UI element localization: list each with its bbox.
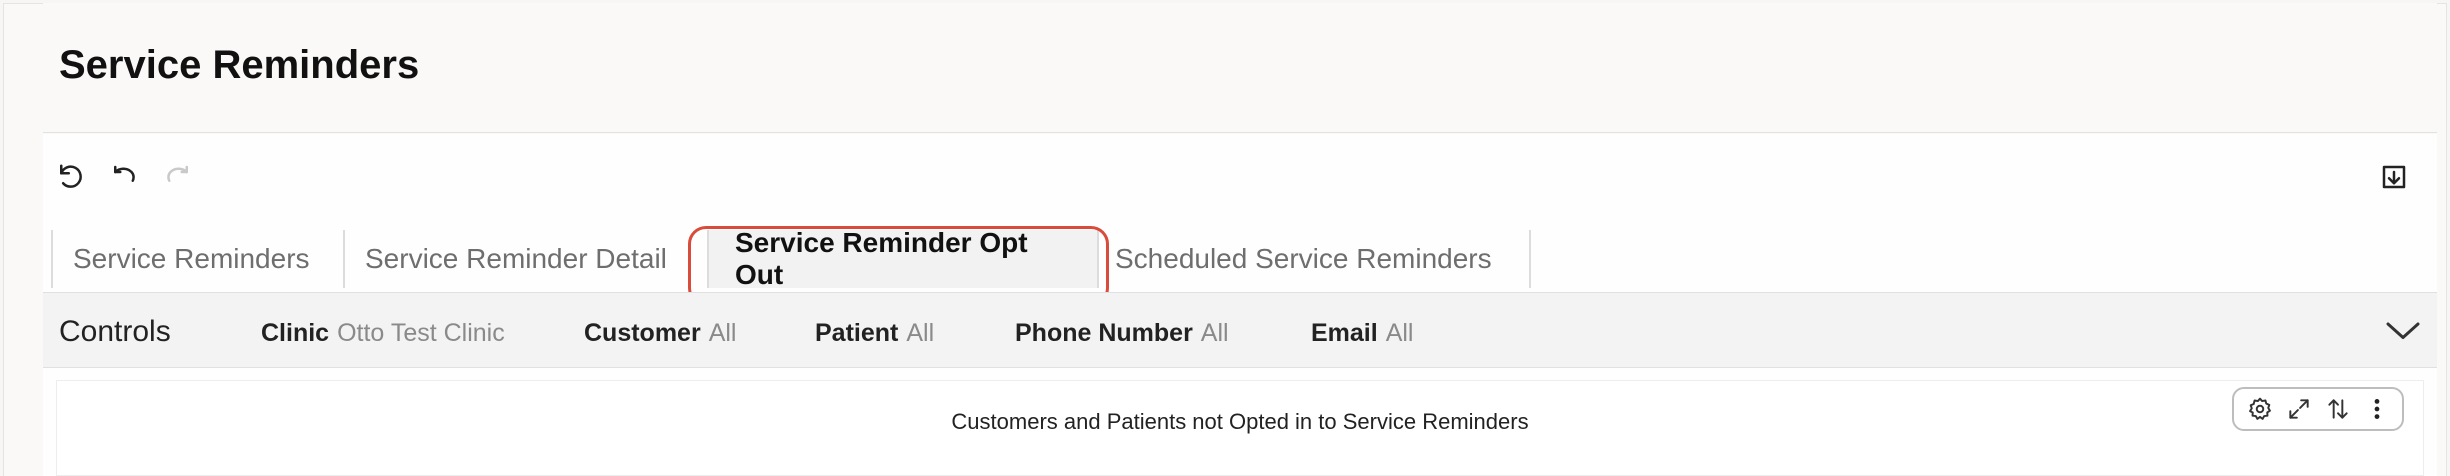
page-title: Service Reminders xyxy=(59,43,420,87)
filter-clinic[interactable]: Clinic Otto Test Clinic xyxy=(261,319,505,348)
undo-icon xyxy=(114,165,135,182)
filter-patient[interactable]: Patient All xyxy=(815,319,934,348)
undo-button[interactable] xyxy=(103,156,145,198)
tab-bar: Service Reminders Service Reminder Detai… xyxy=(43,226,2437,292)
filter-phone-number[interactable]: Phone Number All xyxy=(1015,319,1229,348)
redo-icon xyxy=(167,165,188,182)
tab-label: Scheduled Service Reminders xyxy=(1115,243,1492,274)
sort-icon xyxy=(2327,399,2348,419)
filter-value: All xyxy=(906,319,935,347)
reset-icon xyxy=(60,164,82,188)
filter-label: Customer xyxy=(584,319,701,347)
dashboard: Service Reminders Service Reminder Detai… xyxy=(43,134,2437,476)
filter-value: All xyxy=(708,319,737,347)
more-options-button[interactable] xyxy=(2360,392,2394,426)
more-vertical-icon xyxy=(2374,399,2379,419)
filter-label: Phone Number xyxy=(1015,319,1193,347)
filter-label: Clinic xyxy=(261,319,330,347)
tab-service-reminders[interactable]: Service Reminders xyxy=(51,230,347,288)
redo-button[interactable] xyxy=(157,156,199,198)
tab-scheduled-service-reminders[interactable]: Scheduled Service Reminders xyxy=(1095,230,1575,288)
tile-actions xyxy=(2232,387,2404,431)
settings-button[interactable] xyxy=(2243,392,2277,426)
download-icon xyxy=(2382,165,2406,189)
tab-divider xyxy=(1529,230,1531,288)
filter-value: All xyxy=(1385,319,1414,347)
tab-service-reminder-opt-out[interactable]: Service Reminder Opt Out xyxy=(707,227,1099,290)
reset-button[interactable] xyxy=(49,156,91,198)
dashboard-toolbar xyxy=(43,134,2437,219)
expand-button[interactable] xyxy=(2282,392,2316,426)
filter-email[interactable]: Email All xyxy=(1311,319,1414,348)
filter-value: Otto Test Clinic xyxy=(337,319,505,347)
expand-icon xyxy=(2288,399,2309,419)
page-header: Service Reminders xyxy=(43,3,2437,133)
filter-label: Patient xyxy=(815,319,899,347)
tile-title: Customers and Patients not Opted in to S… xyxy=(951,409,1529,434)
tab-service-reminder-detail[interactable]: Service Reminder Detail xyxy=(343,230,707,288)
report-tile: Customers and Patients not Opted in to S… xyxy=(56,380,2424,476)
tab-label: Service Reminder Opt Out xyxy=(735,227,1028,290)
controls-title: Controls xyxy=(59,315,171,348)
tab-label: Service Reminder Detail xyxy=(365,243,667,274)
download-button[interactable] xyxy=(2373,156,2415,198)
gear-icon xyxy=(2248,397,2271,420)
filter-label: Email xyxy=(1311,319,1378,347)
controls-bar[interactable]: Controls Clinic Otto Test Clinic Customer… xyxy=(43,292,2437,368)
filter-customer[interactable]: Customer All xyxy=(584,319,736,348)
sort-button[interactable] xyxy=(2321,392,2355,426)
tab-label: Service Reminders xyxy=(73,243,310,274)
chevron-down-icon[interactable] xyxy=(2385,315,2421,345)
filter-value: All xyxy=(1200,319,1229,347)
